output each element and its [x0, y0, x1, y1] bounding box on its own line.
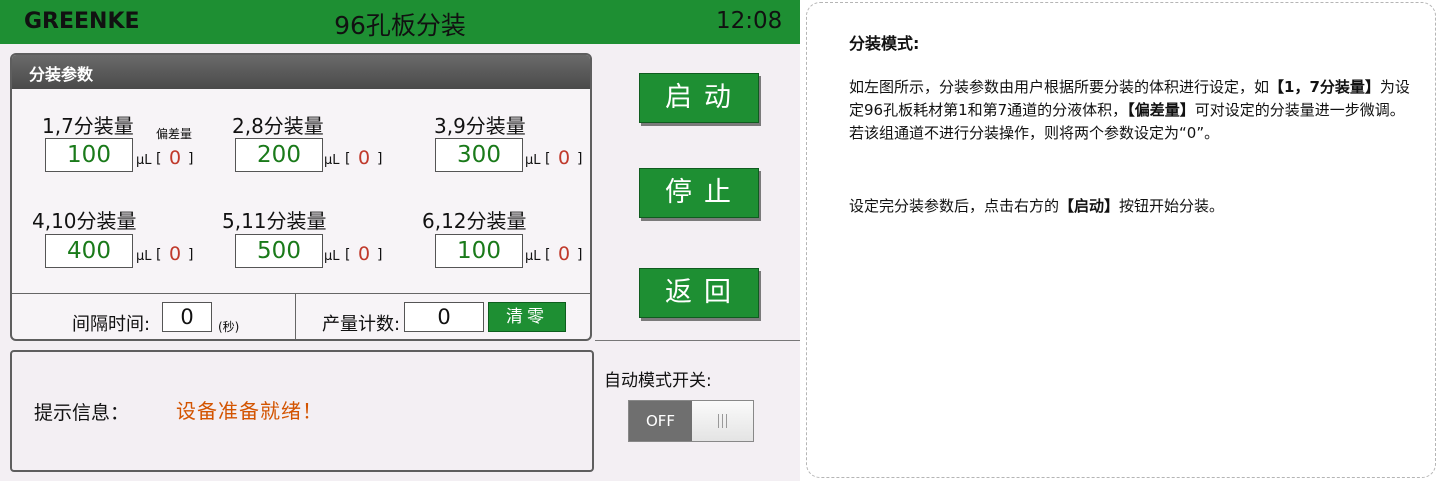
- count-display: 0: [404, 302, 484, 332]
- divider: [12, 293, 590, 294]
- channel-6-12-deviation-input[interactable]: 0: [558, 243, 570, 265]
- stop-button[interactable]: 停止: [639, 168, 759, 218]
- unit-label: μL: [136, 153, 152, 168]
- count-label: 产量计数:: [322, 314, 401, 335]
- unit-label: μL: [324, 249, 340, 264]
- channel-1-7-deviation-input[interactable]: 0: [169, 147, 181, 169]
- auto-mode-toggle[interactable]: OFF: [628, 400, 754, 442]
- bracket: [: [545, 247, 551, 263]
- bracket: [: [345, 247, 351, 263]
- bracket: ]: [577, 247, 583, 263]
- channel-3-9-deviation-input[interactable]: 0: [558, 147, 570, 169]
- channel-4-10-volume-input[interactable]: 400: [45, 234, 133, 268]
- channel-5-11-volume-input[interactable]: 500: [235, 234, 323, 268]
- hmi-screen: GREENKE 96孔板分装 12:08 分装参数 1,7分装量 偏差量 100…: [0, 0, 800, 481]
- message-label: 提示信息：: [34, 402, 130, 424]
- screen-title: 96孔板分装: [334, 11, 466, 40]
- clock: 12:08: [716, 8, 783, 34]
- panel-header: 分装参数: [12, 55, 590, 89]
- channel-1-7-volume-input[interactable]: 100: [45, 138, 133, 172]
- channel-6-12-volume-input[interactable]: 100: [435, 234, 523, 268]
- panel-title: 分装参数: [29, 65, 94, 84]
- channel-2-8-label: 2,8分装量: [232, 114, 324, 138]
- text-segment: 如左图所示，分装参数由用户根据所要分装的体积进行设定，如: [849, 78, 1270, 96]
- channel-6-12-label: 6,12分装量: [422, 209, 527, 233]
- text-emphasis: 【启动】: [1059, 197, 1120, 215]
- channel-2-8-volume-input[interactable]: 200: [235, 138, 323, 172]
- unit-label: μL: [525, 249, 541, 264]
- interval-label: 间隔时间:: [72, 314, 151, 335]
- interval-unit: (秒): [218, 320, 240, 334]
- auto-mode-label: 自动模式开关:: [604, 371, 712, 391]
- interval-input[interactable]: 0: [162, 302, 212, 332]
- bracket: ]: [377, 247, 383, 263]
- text-segment: 按钮开始分装。: [1119, 197, 1225, 215]
- message-text: 设备准备就绪！: [176, 399, 323, 423]
- toggle-state: OFF: [629, 401, 692, 441]
- instructions-heading: 分装模式:: [849, 34, 920, 53]
- message-box: 提示信息： 设备准备就绪！: [10, 350, 594, 472]
- bracket: ]: [577, 151, 583, 167]
- instructions-paragraph-2: 设定完分装参数后，点击右方的【启动】按钮开始分装。: [849, 195, 1415, 218]
- bracket: [: [156, 247, 162, 263]
- toggle-knob-icon[interactable]: [692, 401, 753, 441]
- unit-label: μL: [324, 153, 340, 168]
- channel-1-7-label: 1,7分装量: [42, 114, 134, 138]
- channel-4-10-deviation-input[interactable]: 0: [169, 243, 181, 265]
- text-emphasis: 【1，7分装量】: [1269, 78, 1380, 96]
- divider: [595, 340, 800, 341]
- deviation-label: 偏差量: [156, 127, 193, 141]
- instructions-paragraph-1: 如左图所示，分装参数由用户根据所要分装的体积进行设定，如【1，7分装量】为设定9…: [849, 76, 1415, 145]
- bracket: ]: [377, 151, 383, 167]
- instructions-panel: 分装模式: 如左图所示，分装参数由用户根据所要分装的体积进行设定，如【1，7分装…: [806, 2, 1436, 478]
- bracket: [: [156, 151, 162, 167]
- bracket: [: [345, 151, 351, 167]
- bracket: ]: [188, 247, 194, 263]
- unit-label: μL: [525, 153, 541, 168]
- channel-2-8-deviation-input[interactable]: 0: [358, 147, 370, 169]
- channel-3-9-volume-input[interactable]: 300: [435, 138, 523, 172]
- channel-5-11-deviation-input[interactable]: 0: [358, 243, 370, 265]
- bracket: [: [545, 151, 551, 167]
- channel-5-11-label: 5,11分装量: [222, 209, 327, 233]
- divider: [295, 293, 296, 339]
- dispense-params-panel: 分装参数 1,7分装量 偏差量 100 μL [ 0 ] 2,8分装量 200 …: [10, 53, 592, 341]
- text-emphasis: 【偏差量】: [1127, 101, 1195, 119]
- channel-3-9-label: 3,9分装量: [434, 114, 526, 138]
- text-segment: 设定完分装参数后，点击右方的: [849, 197, 1060, 215]
- back-button[interactable]: 返回: [639, 268, 759, 318]
- bracket: ]: [188, 151, 194, 167]
- top-bar: GREENKE 96孔板分装 12:08: [0, 0, 800, 44]
- unit-label: μL: [136, 249, 152, 264]
- clear-count-button[interactable]: 清零: [488, 302, 566, 332]
- channel-4-10-label: 4,10分装量: [32, 209, 137, 233]
- root: GREENKE 96孔板分装 12:08 分装参数 1,7分装量 偏差量 100…: [0, 0, 1440, 481]
- start-button[interactable]: 启动: [639, 73, 759, 123]
